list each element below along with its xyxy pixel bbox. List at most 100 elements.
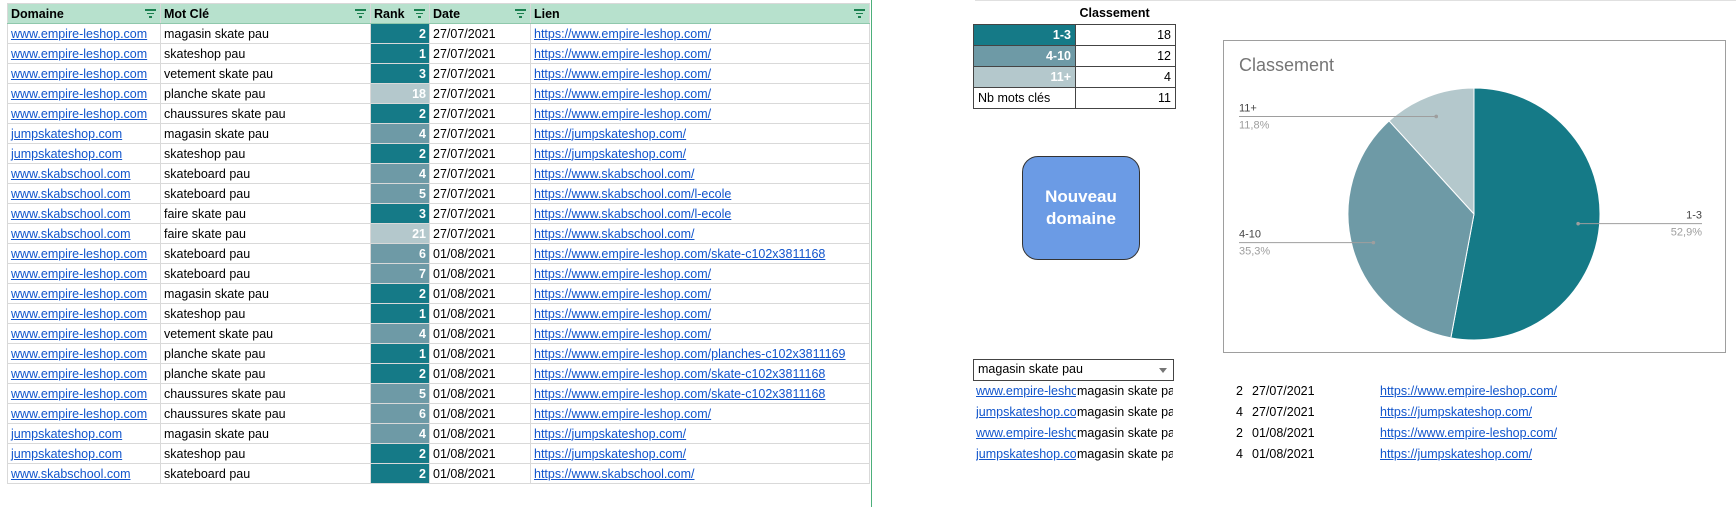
date-cell[interactable]: 01/08/2021 <box>429 323 531 344</box>
domain-cell[interactable]: www.empire-leshop.com <box>7 243 161 264</box>
domain-link[interactable]: www.empire-leshop.com <box>11 347 147 361</box>
keyword-cell[interactable]: chaussures skate pau <box>160 103 371 124</box>
keyword-cell[interactable]: skateshop pau <box>160 43 371 64</box>
result-domain-link[interactable]: www.empire-leshop.com <box>976 426 1076 440</box>
rank-cell[interactable]: 2 <box>370 23 430 44</box>
date-cell[interactable]: 27/07/2021 <box>429 103 531 124</box>
link-cell[interactable]: https://jumpskateshop.com/ <box>530 143 870 164</box>
domain-link[interactable]: www.skabschool.com <box>11 207 131 221</box>
rank-cell[interactable]: 21 <box>370 223 430 244</box>
rank-cell[interactable]: 6 <box>370 243 430 264</box>
result-url-link[interactable]: https://jumpskateshop.com/ <box>1380 447 1532 461</box>
rank-cell[interactable]: 4 <box>370 323 430 344</box>
domain-link[interactable]: www.skabschool.com <box>11 227 131 241</box>
domain-cell[interactable]: www.empire-leshop.com <box>7 23 161 44</box>
keywords-count-label[interactable]: Nb mots clés <box>973 86 1076 109</box>
column-header-link[interactable]: Lien <box>530 3 870 24</box>
keyword-cell[interactable]: vetement skate pau <box>160 323 371 344</box>
domain-cell[interactable]: jumpskateshop.com <box>7 123 161 144</box>
result-rank[interactable]: 2 <box>1203 384 1243 398</box>
domain-cell[interactable]: www.empire-leshop.com <box>7 383 161 404</box>
date-cell[interactable]: 27/07/2021 <box>429 43 531 64</box>
date-cell[interactable]: 01/08/2021 <box>429 423 531 444</box>
keyword-cell[interactable]: skateboard pau <box>160 243 371 264</box>
domain-link[interactable]: www.empire-leshop.com <box>11 267 147 281</box>
url-link[interactable]: https://www.empire-leshop.com/planches-c… <box>534 347 846 361</box>
domain-cell[interactable]: www.empire-leshop.com <box>7 303 161 324</box>
domain-link[interactable]: jumpskateshop.com <box>11 147 122 161</box>
domain-cell[interactable]: www.empire-leshop.com <box>7 323 161 344</box>
date-cell[interactable]: 27/07/2021 <box>429 183 531 204</box>
keyword-cell[interactable]: skateboard pau <box>160 463 371 484</box>
link-cell[interactable]: https://www.empire-leshop.com/ <box>530 23 870 44</box>
result-keyword[interactable]: magasin skate pau <box>1077 405 1173 419</box>
domain-cell[interactable]: www.skabschool.com <box>7 203 161 224</box>
domain-cell[interactable]: www.skabschool.com <box>7 223 161 244</box>
summary-label-mid[interactable]: 4-10 <box>973 44 1076 67</box>
link-cell[interactable]: https://www.empire-leshop.com/ <box>530 43 870 64</box>
url-link[interactable]: https://www.skabschool.com/ <box>534 227 694 241</box>
domain-link[interactable]: www.empire-leshop.com <box>11 387 147 401</box>
domain-cell[interactable]: www.skabschool.com <box>7 163 161 184</box>
result-keyword[interactable]: magasin skate pau <box>1077 426 1173 440</box>
domain-cell[interactable]: jumpskateshop.com <box>7 423 161 444</box>
result-rank[interactable]: 4 <box>1203 447 1243 461</box>
keyword-cell[interactable]: magasin skate pau <box>160 423 371 444</box>
date-cell[interactable]: 27/07/2021 <box>429 163 531 184</box>
domain-link[interactable]: www.empire-leshop.com <box>11 367 147 381</box>
keyword-cell[interactable]: skateboard pau <box>160 263 371 284</box>
domain-cell[interactable]: www.skabschool.com <box>7 463 161 484</box>
keyword-cell[interactable]: skateboard pau <box>160 163 371 184</box>
link-cell[interactable]: https://www.empire-leshop.com/ <box>530 103 870 124</box>
keyword-cell[interactable]: magasin skate pau <box>160 283 371 304</box>
keyword-cell[interactable]: skateshop pau <box>160 303 371 324</box>
link-cell[interactable]: https://www.empire-leshop.com/skate-c102… <box>530 243 870 264</box>
column-header-date[interactable]: Date <box>429 3 531 24</box>
link-cell[interactable]: https://jumpskateshop.com/ <box>530 443 870 464</box>
domain-link[interactable]: jumpskateshop.com <box>11 447 122 461</box>
filter-icon[interactable] <box>413 7 425 19</box>
rank-cell[interactable]: 1 <box>370 343 430 364</box>
domain-cell[interactable]: jumpskateshop.com <box>7 443 161 464</box>
link-cell[interactable]: https://www.empire-leshop.com/ <box>530 323 870 344</box>
rank-cell[interactable]: 2 <box>370 143 430 164</box>
link-cell[interactable]: https://jumpskateshop.com/ <box>530 123 870 144</box>
filter-icon[interactable] <box>144 7 156 19</box>
url-link[interactable]: https://www.empire-leshop.com/ <box>534 407 711 421</box>
rank-cell[interactable]: 4 <box>370 163 430 184</box>
date-cell[interactable]: 27/07/2021 <box>429 203 531 224</box>
link-cell[interactable]: https://www.empire-leshop.com/ <box>530 83 870 104</box>
domain-cell[interactable]: www.empire-leshop.com <box>7 83 161 104</box>
rank-cell[interactable]: 2 <box>370 363 430 384</box>
date-cell[interactable]: 27/07/2021 <box>429 123 531 144</box>
domain-cell[interactable]: www.empire-leshop.com <box>7 403 161 424</box>
link-cell[interactable]: https://www.skabschool.com/ <box>530 223 870 244</box>
url-link[interactable]: https://www.empire-leshop.com/ <box>534 67 711 81</box>
domain-cell[interactable]: www.empire-leshop.com <box>7 103 161 124</box>
column-header-keyword[interactable]: Mot Clé <box>160 3 371 24</box>
link-cell[interactable]: https://www.skabschool.com/l-ecole <box>530 183 870 204</box>
domain-link[interactable]: www.empire-leshop.com <box>11 27 147 41</box>
keyword-cell[interactable]: skateshop pau <box>160 443 371 464</box>
url-link[interactable]: https://jumpskateshop.com/ <box>534 147 686 161</box>
url-link[interactable]: https://www.empire-leshop.com/ <box>534 107 711 121</box>
column-header-rank[interactable]: Rank <box>370 3 430 24</box>
url-link[interactable]: https://www.skabschool.com/l-ecole <box>534 207 731 221</box>
url-link[interactable]: https://www.skabschool.com/ <box>534 167 694 181</box>
url-link[interactable]: https://jumpskateshop.com/ <box>534 127 686 141</box>
domain-cell[interactable]: www.empire-leshop.com <box>7 343 161 364</box>
keyword-cell[interactable]: chaussures skate pau <box>160 383 371 404</box>
url-link[interactable]: https://www.empire-leshop.com/skate-c102… <box>534 387 825 401</box>
link-cell[interactable]: https://www.empire-leshop.com/ <box>530 403 870 424</box>
url-link[interactable]: https://www.skabschool.com/ <box>534 467 694 481</box>
keyword-filter-dropdown[interactable]: magasin skate pau <box>973 359 1174 381</box>
url-link[interactable]: https://www.empire-leshop.com/ <box>534 47 711 61</box>
domain-link[interactable]: www.skabschool.com <box>11 187 131 201</box>
rank-cell[interactable]: 2 <box>370 443 430 464</box>
result-rank[interactable]: 2 <box>1203 426 1243 440</box>
keyword-cell[interactable]: vetement skate pau <box>160 63 371 84</box>
date-cell[interactable]: 01/08/2021 <box>429 283 531 304</box>
filter-icon[interactable] <box>853 7 865 19</box>
rank-cell[interactable]: 7 <box>370 263 430 284</box>
rank-cell[interactable]: 2 <box>370 463 430 484</box>
